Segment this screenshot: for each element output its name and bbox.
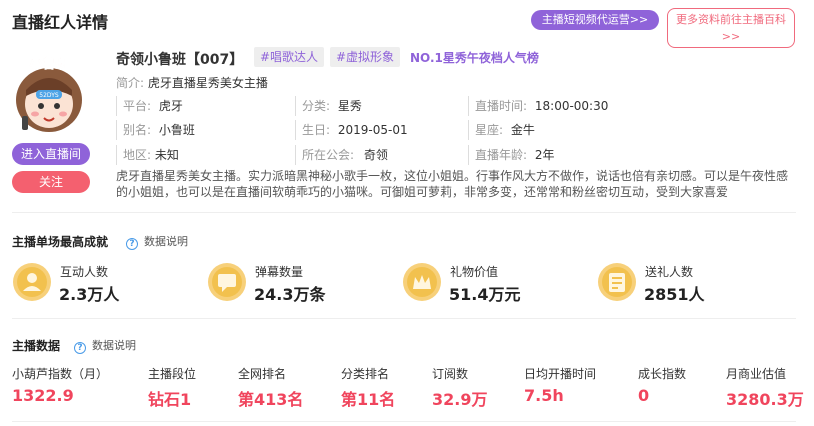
question-icon: ? [126,238,138,250]
gift-coin-icon [403,263,441,301]
field-birthday: 生日: 2019-05-01 [295,120,408,140]
stat-gift-value: 礼物价值 51.4万元 [402,262,582,304]
field-value: 未知 [154,148,179,162]
metric-label: 小葫芦指数（月） [12,367,109,381]
field-value: 2年 [534,148,555,162]
field-guild: 所在公会: 奇领 [295,145,388,165]
field-value: 虎牙 [158,99,183,113]
metric-value: 第11名 [341,390,396,409]
stat-comments: 弹幕数量 24.3万条 [207,262,387,304]
avatar: 52DYS 小鲁班 [12,44,86,134]
wiki-link-label: 更多资料前往主播百科 [676,13,786,26]
field-zodiac: 星座: 金牛 [468,120,535,140]
field-live-time: 直播时间: 18:00-00:30 [468,96,608,116]
intro-value: 虎牙直播星秀美女主播 [147,76,268,90]
metric-label: 月商业估值 [726,367,787,381]
field-region: 地区: 未知 [116,145,179,165]
field-value: 星秀 [337,99,362,113]
metric-label: 订阅数 [432,367,469,381]
metric-label: 分类排名 [341,367,390,381]
metric-tier: 主播段位 钻石1 [148,366,196,410]
field-label: 星座: [475,123,504,137]
metric-growth-index: 成长指数 0 [638,366,686,405]
stat-value: 2851人 [644,285,705,304]
field-alias: 别名: 小鲁班 [116,120,195,140]
metric-value: 7.5h [524,386,564,405]
field-label: 分类: [302,99,331,113]
live-data-help[interactable]: ? 数据说明 [74,337,136,354]
field-label: 所在公会: [302,148,355,162]
metric-daily-hours: 日均开播时间 7.5h [524,366,596,405]
comment-coin-icon [208,263,246,301]
field-label: 直播年龄: [475,148,528,162]
tag-singing[interactable]: #唱歌达人 [254,47,325,67]
tag-virtual[interactable]: #虚拟形象 [330,47,401,67]
field-label: 平台: [123,99,152,113]
metric-value: 钻石1 [148,390,192,409]
field-label: 别名: [123,123,152,137]
metric-label: 成长指数 [638,367,687,381]
metric-value: 32.9万 [432,390,488,409]
stat-label: 礼物价值 [450,265,499,279]
field-value: 2019-05-01 [337,123,408,137]
rank-tag[interactable]: NO.1星秀午夜档人气榜 [410,49,539,66]
stat-label: 弹幕数量 [255,265,304,279]
people-coin-icon [13,263,51,301]
divider [12,421,796,422]
help-label: 数据说明 [92,339,136,352]
best-record-help[interactable]: ? 数据说明 [126,233,188,250]
follow-button[interactable]: 关注 [12,171,90,193]
best-record-title: 主播单场最高成就 [12,235,109,249]
stat-label: 送礼人数 [645,265,694,279]
wiki-link-arrow: >> [721,30,741,43]
intro-row: 简介: 虎牙直播星秀美女主播 [116,74,268,91]
metric-xhl-index: 小葫芦指数（月） 1322.9 [12,366,108,405]
divider [12,212,796,213]
metric-subscribers: 订阅数 32.9万 [432,366,487,410]
field-label: 直播时间: [475,99,528,113]
question-icon: ? [74,342,86,354]
ledger-coin-icon [598,263,636,301]
enter-live-room-button[interactable]: 进入直播间 [12,143,90,165]
field-value: 小鲁班 [158,123,195,137]
metric-value: 1322.9 [12,386,74,405]
live-data-title: 主播数据 [12,339,61,353]
field-category: 分类: 星秀 [295,96,362,116]
field-live-years: 直播年龄: 2年 [468,145,555,165]
streamer-name: 奇领小鲁班【007】 [116,52,244,68]
metric-label: 日均开播时间 [524,367,597,381]
metric-value: 第413名 [238,390,304,409]
help-label: 数据说明 [144,235,188,248]
metric-global-rank: 全网排名 第413名 [238,366,303,410]
video-operation-button[interactable]: 主播短视频代运营>> [531,10,659,30]
metric-category-rank: 分类排名 第11名 [341,366,395,410]
intro-label: 简介: [116,76,145,90]
stat-gift-senders: 送礼人数 2851人 [597,262,777,304]
metric-monthly-valuation: 月商业估值 3280.3万 [726,366,804,410]
streamer-description: 虎牙直播星秀美女主播。实力派暗黑神秘小歌手一枚，这位小姐姐。行事作风大方不做作，… [116,169,789,199]
avatar-name-text: 小鲁班 [29,56,68,72]
field-label: 生日: [302,123,331,137]
metric-value: 0 [638,386,650,405]
stat-label: 互动人数 [60,265,109,279]
field-label: 地区: [123,148,152,162]
field-platform: 平台: 虎牙 [116,96,183,116]
metric-label: 全网排名 [238,367,287,381]
stat-value: 2.3万人 [59,285,120,304]
metric-value: 3280.3万 [726,390,804,409]
stat-value: 51.4万元 [449,285,521,304]
page-title: 直播红人详情 [12,13,109,32]
avatar-badge-text: 52DYS [39,92,59,99]
field-value: 奇领 [363,148,388,162]
field-value: 金牛 [510,123,535,137]
stat-value: 24.3万条 [254,285,326,304]
wiki-link-button[interactable]: 更多资料前往主播百科 >> [667,8,795,48]
field-value: 18:00-00:30 [534,99,609,113]
metric-label: 主播段位 [148,367,197,381]
stat-interactions: 互动人数 2.3万人 [12,262,192,304]
divider [12,318,796,319]
